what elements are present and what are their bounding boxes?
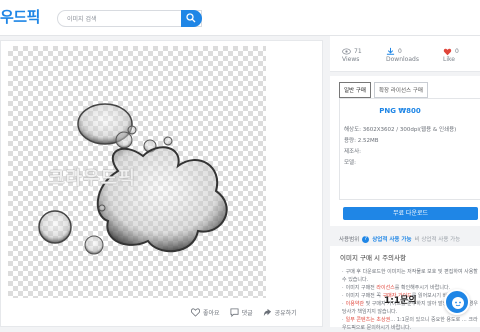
tab-extended[interactable]: 확장 라이선스 구매 [374, 82, 428, 98]
maker-text: 제조사: [344, 149, 362, 155]
license-tabs: 일반 구매 확장 라이선스 구매 [339, 82, 431, 98]
chat-button[interactable] [444, 289, 470, 315]
likes-label: Like [443, 56, 455, 63]
share-icon [263, 308, 271, 316]
downloads-stat: 0 Downloads [386, 47, 419, 63]
size-text: 용량: 2.52MB [344, 138, 379, 144]
purchase-panel: 71 Views 0 Downloads 0 Like 일반 구매 확장 라이선… [330, 36, 480, 331]
heart-icon [191, 307, 200, 317]
chat-label[interactable]: 1:1문의 [384, 293, 417, 306]
scope-label: 사용범위 [339, 237, 360, 243]
tab-standard[interactable]: 일반 구매 [339, 82, 371, 98]
share-button[interactable]: 공유하기 [263, 305, 297, 319]
image-detail-card: 크라우드픽 좋아요 댓글 공유하기 [0, 40, 323, 327]
notice-title: 이미지 구매 시 주의사항 [340, 254, 406, 262]
eye-icon [342, 48, 351, 55]
site-logo[interactable]: 우드픽 [0, 6, 40, 27]
views-count: 71 [354, 48, 362, 55]
scope-other: 비 상업적 사용 가능 [414, 237, 461, 243]
resolution-text: 해상도: 3602X3602 / 300dpi(웹용 & 인쇄용) [344, 127, 457, 133]
download-icon [386, 47, 395, 55]
water-drops-image [38, 103, 228, 255]
notice-item: 일부 콘텐츠는 초상권… 1:1문의 있으니 중요한 용도로 … 크라우드픽으로… [342, 316, 480, 332]
action-bar: 좋아요 댓글 공유하기 [191, 305, 307, 319]
comment-icon [230, 307, 239, 317]
views-stat: 71 Views [342, 48, 362, 63]
price-label: PNG ₩800 [379, 107, 421, 115]
heart-icon [443, 48, 452, 56]
views-label: Views [342, 56, 360, 63]
comment-label: 댓글 [241, 309, 253, 317]
likes-count: 0 [455, 48, 459, 55]
stats-bar: 71 Views 0 Downloads 0 Like [330, 36, 480, 72]
like-button[interactable]: 좋아요 [191, 305, 220, 319]
license-link[interactable]: 라이선스 [376, 285, 394, 291]
top-bar: 우드픽 이미지 검색 [0, 0, 480, 36]
downloads-count: 0 [398, 48, 402, 55]
chat-bot-icon [452, 297, 464, 309]
likes-stat[interactable]: 0 Like [443, 48, 459, 63]
file-info: 해상도: 3602X3602 / 300dpi(웹용 & 인쇄용) 용량: 2.… [344, 125, 456, 169]
search-icon [186, 13, 196, 23]
free-download-button[interactable]: 무료 다운로드 [343, 207, 478, 220]
search-button[interactable] [181, 10, 202, 27]
share-label: 공유하기 [274, 309, 297, 317]
watermark: 크라우드픽 [48, 168, 136, 189]
notice-item: 구매 후 다운로드한 이미지는 저작물로 보호 및 편집하여 사용할 수 있습니… [342, 268, 480, 284]
image-preview[interactable]: 크라우드픽 [8, 46, 266, 298]
buy-section: 일반 구매 확장 라이선스 구매 PNG ₩800 해상도: 3602X3602… [330, 76, 480, 243]
like-label: 좋아요 [203, 309, 220, 317]
model-text: 모델: [344, 160, 356, 166]
downloads-label: Downloads [386, 56, 419, 63]
scope-value: 상업적 사용 가능 [372, 237, 412, 243]
terms-link[interactable]: 이용약관 [346, 301, 364, 307]
usage-scope: 사용범위 ? 상업적 사용 가능 비 상업적 사용 가능 [339, 235, 460, 243]
price-box: PNG ₩800 해상도: 3602X3602 / 300dpi(웹용 & 인쇄… [339, 98, 480, 200]
help-icon[interactable]: ? [362, 235, 370, 243]
comment-button[interactable]: 댓글 [230, 305, 253, 319]
